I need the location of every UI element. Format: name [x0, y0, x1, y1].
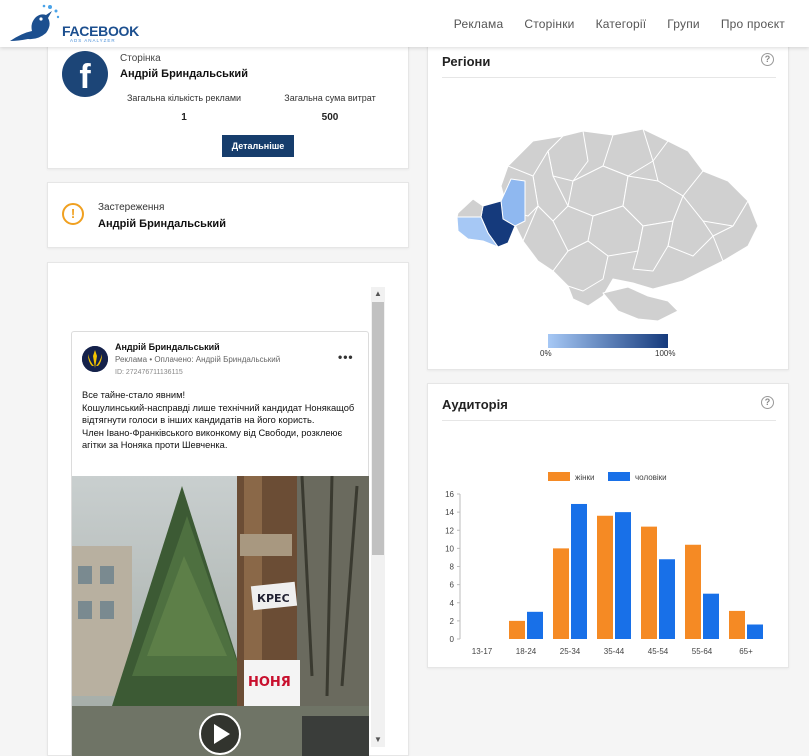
main-nav: Реклама Сторінки Категорії Групи Про про…	[454, 0, 809, 47]
bar	[703, 593, 719, 639]
page-name: Андрій Бриндальський	[120, 68, 248, 80]
x-tick-label: 55-64	[692, 647, 713, 656]
spend-value: 500	[321, 112, 339, 123]
nav-categories[interactable]: Категорії	[596, 17, 647, 31]
x-tick-label: 18-24	[516, 647, 537, 656]
post-video[interactable]: КРЕС НОНЯ	[72, 476, 369, 756]
post-id: ID: 272476711136115	[115, 369, 183, 376]
spend-label: Загальна сума витрат	[284, 93, 376, 103]
nav-pages[interactable]: Сторінки	[524, 17, 574, 31]
ad-post: Андрій Бриндальський Реклама • Оплачено:…	[71, 331, 369, 756]
warning-name: Андрій Бриндальський	[98, 218, 226, 230]
legend-swatch	[548, 472, 570, 481]
x-tick-label: 25-34	[560, 647, 581, 656]
help-icon[interactable]: ?	[761, 53, 774, 66]
x-tick-label: 13-17	[472, 647, 493, 656]
y-tick-label: 16	[445, 490, 454, 499]
logo-subtitle: ADS ANALYZER	[70, 38, 116, 43]
post-text: Все тайне-стало явним! Кошулинський-насп…	[82, 389, 367, 452]
regions-title: Регіони	[442, 54, 491, 69]
bar	[659, 559, 675, 639]
bar	[615, 512, 631, 639]
bar	[729, 610, 745, 639]
y-tick-label: 0	[450, 635, 455, 644]
bird-icon	[10, 4, 60, 41]
map-region	[602, 286, 679, 322]
header: FACEBOOK ADS ANALYZER Реклама Сторінки К…	[0, 0, 809, 47]
bar	[509, 620, 525, 639]
legend-label: чоловіки	[635, 473, 667, 482]
warning-card: ! Застереження Андрій Бриндальський	[47, 182, 409, 248]
facebook-logo-icon: f	[62, 51, 108, 97]
regions-card: Регіони ? 0% 100%	[427, 40, 789, 370]
divider	[442, 77, 776, 78]
map-legend-max: 100%	[655, 349, 676, 358]
scrollbar-thumb[interactable]	[372, 302, 384, 555]
logo-text: FACEBOOK	[62, 23, 139, 39]
map-region	[456, 198, 484, 218]
post-text-line: Кошулинський-насправді лише технічний ка…	[82, 402, 355, 426]
page-card: f Сторінка Андрій Бриндальський Загальна…	[47, 28, 409, 169]
ukraine-map[interactable]	[453, 121, 763, 326]
nav-groups[interactable]: Групи	[667, 17, 700, 31]
bar	[571, 503, 587, 639]
legend-label: жінки	[575, 473, 595, 482]
ads-count-value: 1	[181, 112, 187, 123]
y-tick-label: 6	[450, 581, 455, 590]
y-tick-label: 2	[450, 617, 455, 626]
y-tick-label: 12	[445, 526, 454, 535]
y-tick-label: 10	[445, 544, 454, 553]
post-text-line: Член Івано-Франківського виконкому від С…	[82, 427, 343, 451]
ad-preview-card: ▲ ▼ Андрій Бриндальський Реклама • Оплач…	[47, 262, 409, 756]
bar	[553, 548, 569, 639]
poster-text: КРЕС	[257, 592, 290, 605]
y-tick-label: 4	[450, 599, 455, 608]
legend-swatch	[608, 472, 630, 481]
page-label: Сторінка	[120, 53, 161, 64]
help-icon[interactable]: ?	[761, 396, 774, 409]
bar	[641, 526, 657, 639]
details-button[interactable]: Детальніше	[222, 135, 294, 157]
audience-chart: жінки чоловіки 0 2 4 6 8 10 12 14 16 13-17 18-24 25-3…	[445, 472, 763, 656]
scroll-down-icon[interactable]: ▼	[371, 733, 385, 747]
post-meta: Реклама • Оплачено: Андрій Бриндальський	[115, 355, 281, 364]
poster-text-2: НОНЯ	[248, 675, 291, 690]
bar	[685, 544, 701, 639]
x-tick-label: 35-44	[604, 647, 625, 656]
ads-count-label: Загальна кількість реклами	[126, 93, 242, 103]
more-options-icon[interactable]: •••	[338, 350, 354, 364]
y-tick-label: 8	[450, 563, 455, 572]
warning-label: Застереження	[98, 202, 165, 213]
y-tick-label: 14	[445, 508, 454, 517]
post-page-name[interactable]: Андрій Бриндальський	[115, 342, 220, 352]
logo[interactable]: FACEBOOK ADS ANALYZER	[8, 3, 139, 45]
divider	[442, 420, 776, 421]
post-text-line: Все тайне-стало явним!	[82, 390, 186, 400]
nav-about[interactable]: Про проєкт	[721, 17, 785, 31]
bar	[747, 624, 763, 639]
x-tick-label: 45-54	[648, 647, 669, 656]
x-tick-label: 65+	[739, 647, 753, 656]
bar	[527, 611, 543, 639]
bar	[597, 515, 613, 639]
map-legend-min: 0%	[540, 349, 552, 358]
map-legend-gradient	[548, 334, 668, 348]
warning-icon: !	[62, 203, 84, 225]
audience-title: Аудиторія	[442, 397, 508, 412]
scroll-up-icon[interactable]: ▲	[371, 287, 385, 301]
post-avatar	[82, 346, 108, 372]
nav-ads[interactable]: Реклама	[454, 17, 504, 31]
audience-card: Аудиторія ? жінки чоловіки 0 2 4 6 8 10 12 14 16 13…	[427, 383, 789, 668]
ad-scrollbar[interactable]: ▲ ▼	[371, 287, 385, 747]
